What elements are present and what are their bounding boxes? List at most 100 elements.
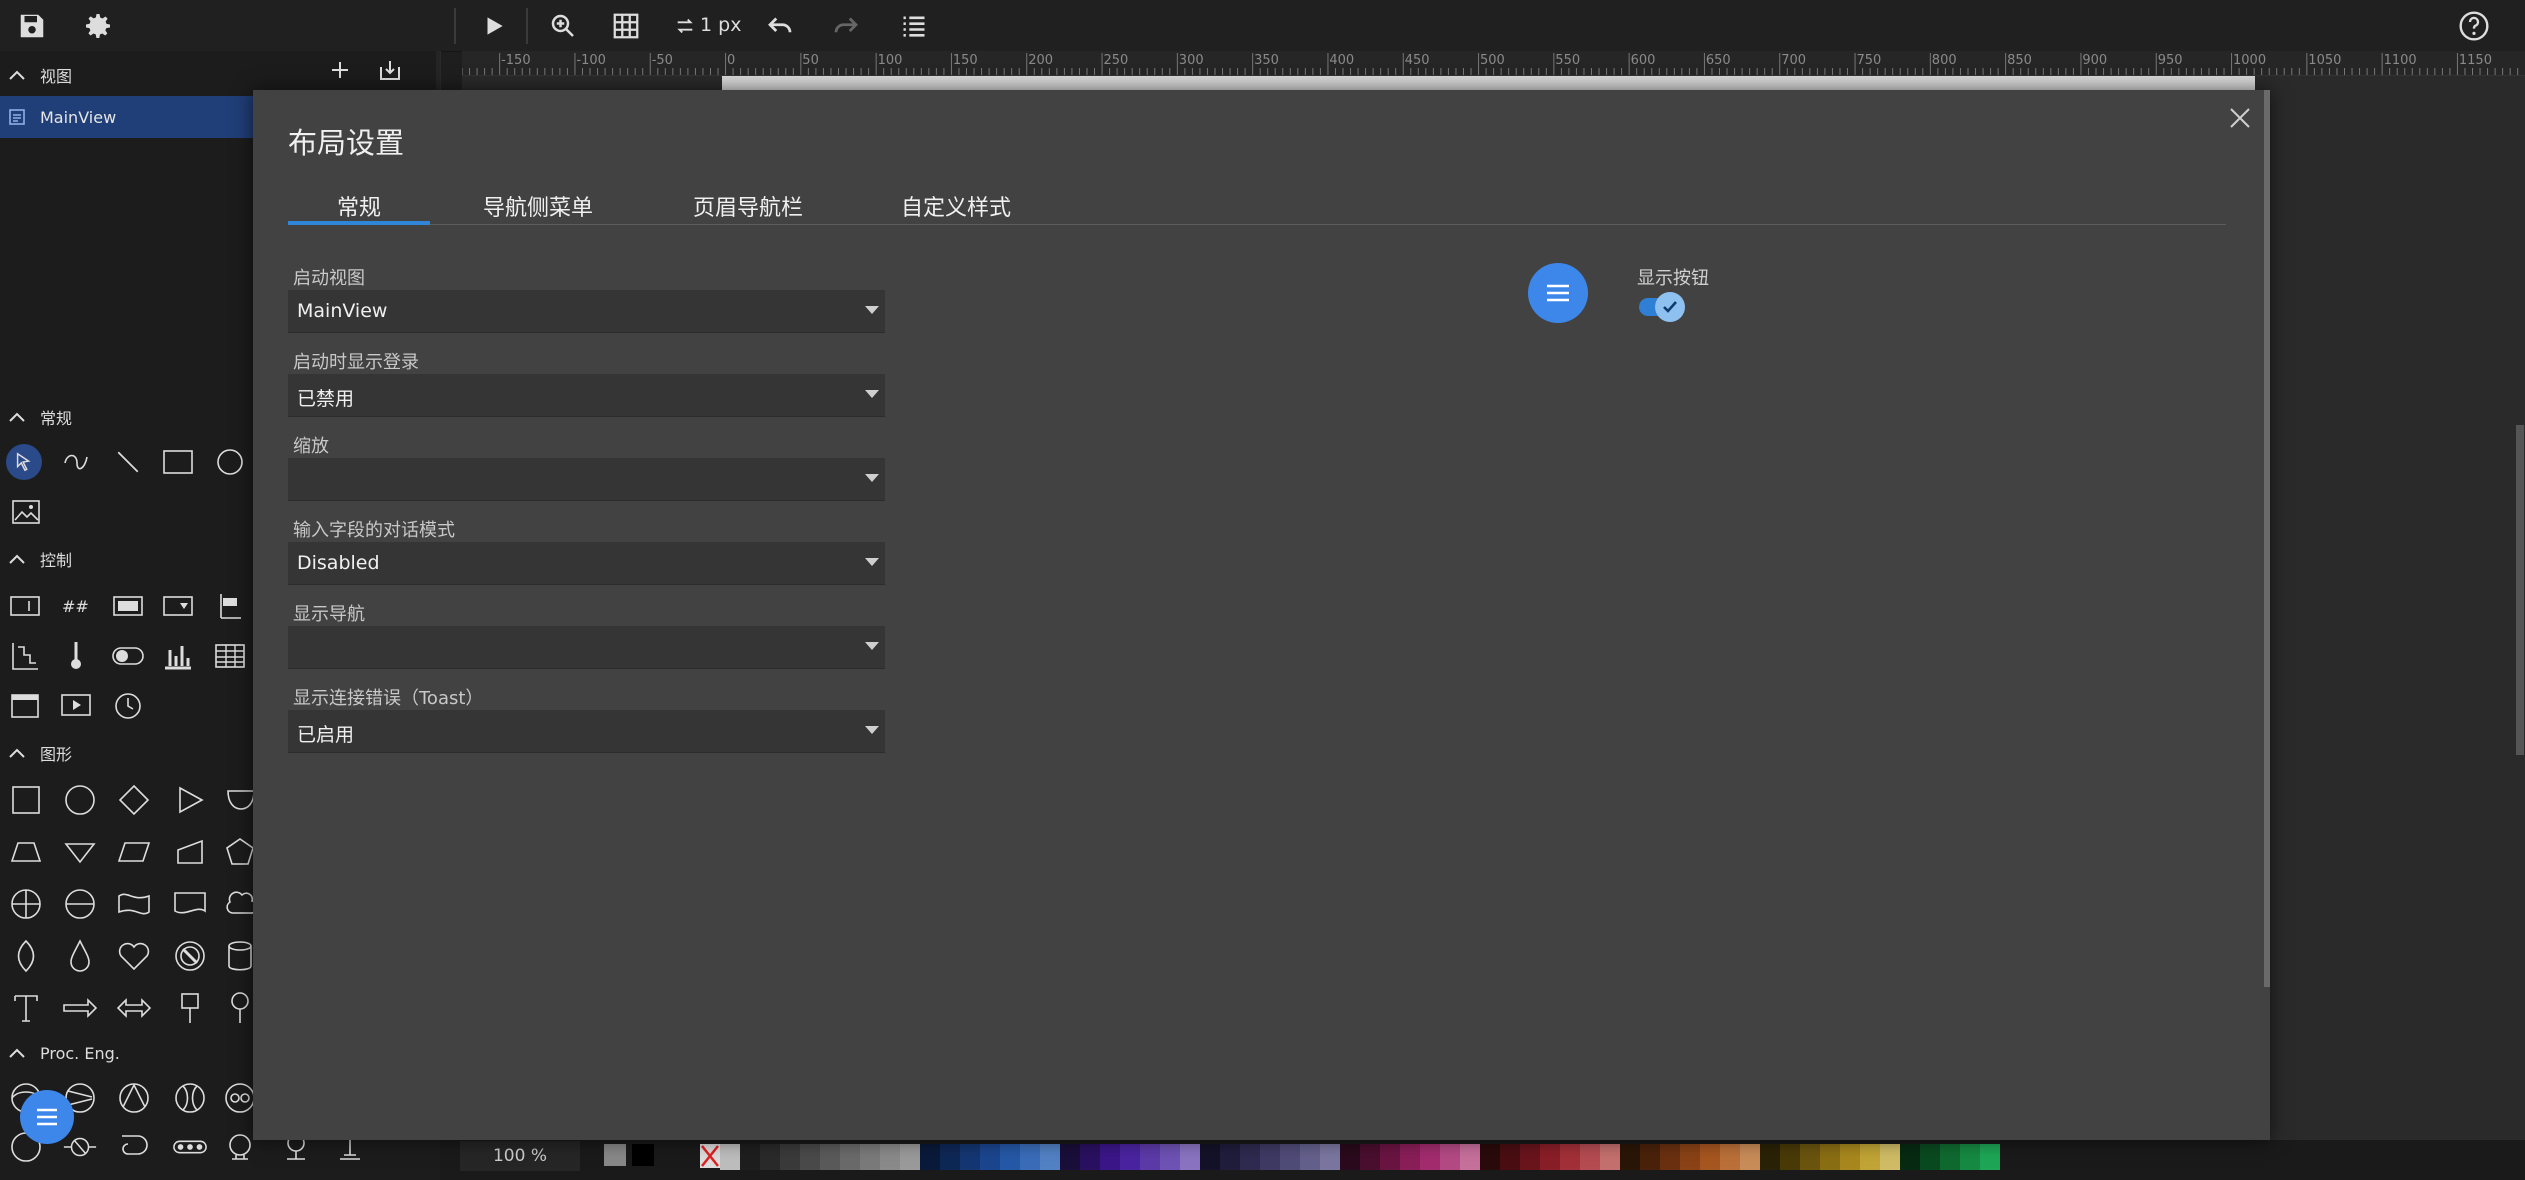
window-control-icon[interactable] xyxy=(7,688,43,724)
lens-shape-icon[interactable] xyxy=(8,938,44,974)
diamond-shape-icon[interactable] xyxy=(116,782,152,818)
close-icon[interactable] xyxy=(2222,100,2258,136)
menu-button-preview[interactable] xyxy=(1528,263,1588,323)
color-swatch[interactable] xyxy=(1520,1144,1540,1170)
color-swatch[interactable] xyxy=(1900,1144,1920,1170)
color-swatch[interactable] xyxy=(1060,1144,1080,1170)
color-swatch[interactable] xyxy=(900,1144,920,1170)
color-swatch[interactable] xyxy=(1620,1144,1640,1170)
input-dialog-mode-select[interactable]: Disabled xyxy=(288,542,885,585)
color-swatch[interactable] xyxy=(1180,1144,1200,1170)
color-swatch[interactable] xyxy=(1040,1144,1060,1170)
zoom-icon[interactable] xyxy=(545,8,581,44)
swatch-black[interactable] xyxy=(632,1144,654,1166)
play-icon[interactable] xyxy=(476,8,512,44)
stroke-width-value[interactable]: 1 px xyxy=(700,14,741,36)
toggle-control-icon[interactable] xyxy=(110,638,146,674)
canvas-page[interactable] xyxy=(722,76,2255,90)
trapezoid-shape-icon[interactable] xyxy=(8,834,44,870)
view-item-mainview[interactable]: MainView xyxy=(0,96,260,138)
color-swatch[interactable] xyxy=(1540,1144,1560,1170)
section-header-proc-eng[interactable]: Proc. Eng. xyxy=(0,1039,120,1067)
conveyor-symbol-icon[interactable] xyxy=(172,1129,208,1165)
undo-icon[interactable] xyxy=(762,8,798,44)
color-swatch[interactable] xyxy=(1920,1144,1940,1170)
floating-menu-button[interactable] xyxy=(20,1090,74,1144)
color-swatch[interactable] xyxy=(1340,1144,1360,1170)
color-swatch[interactable] xyxy=(1380,1144,1400,1170)
text-shape-icon[interactable] xyxy=(8,990,44,1026)
color-swatch[interactable] xyxy=(1460,1144,1480,1170)
color-swatch[interactable] xyxy=(1440,1144,1460,1170)
color-swatch[interactable] xyxy=(1760,1144,1780,1170)
table-control-icon[interactable] xyxy=(212,638,248,674)
circle-shape-icon[interactable] xyxy=(62,782,98,818)
swatch-gray[interactable] xyxy=(604,1144,626,1166)
color-swatch[interactable] xyxy=(820,1144,840,1170)
triangle-shape-icon[interactable] xyxy=(172,782,208,818)
turbine-symbol-icon[interactable] xyxy=(172,1080,208,1116)
color-swatch[interactable] xyxy=(1020,1144,1040,1170)
zoom-level[interactable]: 100 % xyxy=(460,1141,580,1171)
image-tool-icon[interactable] xyxy=(8,494,44,530)
slider-control-icon[interactable] xyxy=(212,588,248,624)
color-swatch[interactable] xyxy=(1220,1144,1240,1170)
color-swatch[interactable] xyxy=(1960,1144,1980,1170)
color-swatch[interactable] xyxy=(1120,1144,1140,1170)
video-control-icon[interactable] xyxy=(58,688,94,724)
bar-chart-control-icon[interactable] xyxy=(160,638,196,674)
rectangle-tool-icon[interactable] xyxy=(160,444,196,480)
color-swatch[interactable] xyxy=(840,1144,860,1170)
dropdown-control-icon[interactable] xyxy=(160,588,196,624)
no-color-icon[interactable] xyxy=(700,1144,720,1168)
dialog-scrollbar[interactable] xyxy=(2264,90,2270,987)
tab-general[interactable]: 常规 xyxy=(288,186,430,226)
clock-control-icon[interactable] xyxy=(110,688,146,724)
section-header-views[interactable]: 视图 xyxy=(0,61,72,89)
color-swatch[interactable] xyxy=(760,1144,780,1170)
textbox-control-icon[interactable] xyxy=(7,588,43,624)
pointer-tool-icon[interactable] xyxy=(6,444,42,480)
show-nav-select[interactable] xyxy=(288,626,885,669)
split-circle-shape-icon[interactable] xyxy=(62,886,98,922)
numeric-control-icon[interactable]: ## xyxy=(58,588,94,624)
color-swatch[interactable] xyxy=(920,1144,940,1170)
color-swatch[interactable] xyxy=(740,1144,760,1170)
hook-symbol-icon[interactable] xyxy=(116,1129,152,1165)
double-arrow-shape-icon[interactable] xyxy=(116,990,152,1026)
manual-input-shape-icon[interactable] xyxy=(172,834,208,870)
gear-icon[interactable] xyxy=(80,8,116,44)
color-swatch[interactable] xyxy=(1400,1144,1420,1170)
color-swatch[interactable] xyxy=(1160,1144,1180,1170)
color-swatch[interactable] xyxy=(1700,1144,1720,1170)
tab-header-navbar[interactable]: 页眉导航栏 xyxy=(673,186,823,226)
help-icon[interactable] xyxy=(2456,8,2492,44)
color-swatch[interactable] xyxy=(1820,1144,1840,1170)
square-shape-icon[interactable] xyxy=(8,782,44,818)
parallelogram-shape-icon[interactable] xyxy=(116,834,152,870)
color-swatch[interactable] xyxy=(1500,1144,1520,1170)
color-swatch[interactable] xyxy=(880,1144,900,1170)
line-tool-icon[interactable] xyxy=(110,444,146,480)
arrow-right-shape-icon[interactable] xyxy=(62,990,98,1026)
color-swatch[interactable] xyxy=(1080,1144,1100,1170)
zoom-select[interactable] xyxy=(288,458,885,501)
color-swatch[interactable] xyxy=(1000,1144,1020,1170)
show-connection-error-select[interactable]: 已启用 xyxy=(288,710,885,753)
heart-shape-icon[interactable] xyxy=(116,938,152,974)
color-swatch[interactable] xyxy=(1680,1144,1700,1170)
section-header-general[interactable]: 常规 xyxy=(0,403,72,431)
color-swatch[interactable] xyxy=(1300,1144,1320,1170)
color-swatch[interactable] xyxy=(1100,1144,1120,1170)
flag-shape-icon[interactable] xyxy=(172,990,208,1026)
color-swatch[interactable] xyxy=(1200,1144,1220,1170)
import-view-icon[interactable] xyxy=(377,57,403,83)
color-swatch[interactable] xyxy=(1480,1144,1500,1170)
color-palette[interactable] xyxy=(720,1144,2000,1170)
color-swatch[interactable] xyxy=(1860,1144,1880,1170)
color-swatch[interactable] xyxy=(1260,1144,1280,1170)
fan-symbol-icon[interactable] xyxy=(116,1080,152,1116)
trend-control-icon[interactable] xyxy=(7,638,43,674)
add-view-icon[interactable] xyxy=(327,57,353,83)
color-swatch[interactable] xyxy=(1320,1144,1340,1170)
